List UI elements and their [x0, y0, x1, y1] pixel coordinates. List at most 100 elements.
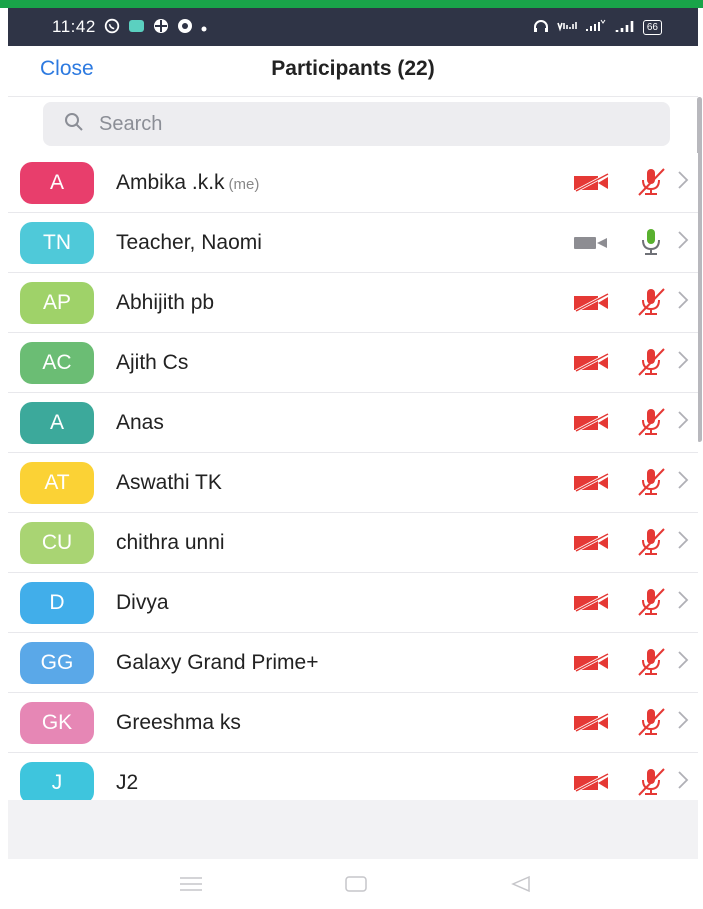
mic-muted-icon[interactable] — [634, 285, 668, 324]
video-on-icon[interactable] — [570, 233, 614, 258]
video-off-icon[interactable] — [570, 772, 614, 798]
mic-muted-icon[interactable] — [634, 165, 668, 204]
participant-row[interactable]: GG Galaxy Grand Prime+ — [8, 633, 698, 693]
mic-muted-icon[interactable] — [634, 345, 668, 384]
avatar: GG — [20, 641, 94, 684]
mic-muted-icon[interactable] — [634, 705, 668, 744]
chevron-right-icon[interactable] — [676, 287, 690, 318]
participant-row[interactable]: AT Aswathi TK — [8, 453, 698, 513]
avatar: J — [20, 761, 94, 804]
mic-on-icon[interactable] — [634, 225, 668, 264]
participant-name: Aswathi TK — [116, 471, 222, 495]
video-off-icon[interactable] — [570, 352, 614, 378]
chevron-right-icon[interactable] — [676, 707, 690, 738]
battery-icon: 66 — [642, 19, 662, 35]
participant-name: Ajith Cs — [116, 351, 188, 375]
video-off-icon[interactable] — [570, 592, 614, 618]
participant-row[interactable]: GK Greeshma ks — [8, 693, 698, 753]
participant-name: Ambika .k.k (me) — [116, 171, 259, 195]
mic-muted-icon[interactable] — [634, 465, 668, 504]
header: Close Participants (22) — [8, 46, 698, 97]
participant-name-text: Aswathi TK — [116, 470, 222, 494]
participant-row[interactable]: TN Teacher, Naomi — [8, 213, 698, 273]
chat-icon — [128, 19, 145, 36]
participant-name: Anas — [116, 411, 164, 435]
window-top-border — [0, 0, 703, 8]
video-off-icon[interactable] — [570, 712, 614, 738]
participant-name: chithra unni — [116, 531, 225, 555]
participant-name-text: Galaxy Grand Prime+ — [116, 650, 319, 674]
back-icon[interactable] — [510, 875, 532, 898]
participant-row[interactable]: CU chithra unni — [8, 513, 698, 573]
participant-name: Greeshma ks — [116, 711, 241, 735]
participant-name: Divya — [116, 591, 169, 615]
chevron-right-icon[interactable] — [676, 407, 690, 438]
avatar: A — [20, 161, 94, 204]
chevron-right-icon[interactable] — [676, 227, 690, 258]
mic-muted-icon[interactable] — [634, 645, 668, 684]
participant-name-text: Abhijith pb — [116, 290, 215, 314]
avatar: TN — [20, 221, 94, 264]
dot-icon — [201, 20, 207, 34]
participant-row[interactable]: AC Ajith Cs — [8, 333, 698, 393]
headphones-icon — [533, 19, 549, 35]
video-off-icon[interactable] — [570, 292, 614, 318]
participant-row[interactable]: A Ambika .k.k (me) — [8, 153, 698, 213]
status-bar-right: 66 — [533, 19, 662, 35]
page-title: Participants (22) — [271, 57, 435, 80]
mic-muted-icon[interactable] — [634, 765, 668, 804]
avatar: AT — [20, 461, 94, 504]
chevron-right-icon[interactable] — [676, 167, 690, 198]
mic-muted-icon[interactable] — [634, 525, 668, 564]
menu-icon[interactable] — [178, 875, 204, 898]
chevron-right-icon[interactable] — [676, 467, 690, 498]
me-label: (me) — [228, 175, 260, 193]
video-off-icon[interactable] — [570, 172, 614, 198]
avatar: AP — [20, 281, 94, 324]
participant-name-text: chithra unni — [116, 530, 225, 554]
participant-row[interactable]: AP Abhijith pb — [8, 273, 698, 333]
participant-name-text: Divya — [116, 590, 169, 614]
chevron-right-icon[interactable] — [676, 647, 690, 678]
chevron-right-icon[interactable] — [676, 767, 690, 798]
video-off-icon[interactable] — [570, 472, 614, 498]
video-off-icon[interactable] — [570, 652, 614, 678]
participant-row[interactable]: D Divya — [8, 573, 698, 633]
chevron-right-icon[interactable] — [676, 527, 690, 558]
status-bar-left: 11:42 — [52, 17, 207, 37]
video-off-icon[interactable] — [570, 532, 614, 558]
chevron-right-icon[interactable] — [676, 587, 690, 618]
status-bar: 11:42 66 — [8, 8, 698, 46]
chevron-right-icon[interactable] — [676, 347, 690, 378]
participant-name: J2 — [116, 771, 138, 795]
avatar: A — [20, 401, 94, 444]
participant-name-text: Ambika .k.k — [116, 170, 225, 194]
mic-muted-icon[interactable] — [634, 405, 668, 444]
avatar: GK — [20, 701, 94, 744]
avatar: D — [20, 581, 94, 624]
participants-list: A Ambika .k.k (me) TN Teacher, Naomi AP A… — [8, 153, 698, 813]
system-nav-bar — [8, 859, 698, 909]
grid-icon — [153, 18, 169, 36]
search-bar[interactable] — [43, 102, 670, 146]
participant-name: Galaxy Grand Prime+ — [116, 651, 319, 675]
participant-name-text: Teacher, Naomi — [116, 230, 262, 254]
search-icon — [63, 111, 85, 138]
status-time: 11:42 — [52, 17, 96, 36]
list-footer-area — [8, 800, 698, 859]
volte-icon — [557, 20, 577, 34]
signal-icon — [615, 19, 635, 35]
participant-name-text: Greeshma ks — [116, 710, 241, 734]
whatsapp-icon — [104, 18, 120, 36]
search-input[interactable] — [97, 111, 621, 137]
video-off-icon[interactable] — [570, 412, 614, 438]
chrome-icon — [177, 18, 193, 36]
participant-name: Teacher, Naomi — [116, 231, 262, 255]
participant-row[interactable]: A Anas — [8, 393, 698, 453]
avatar: CU — [20, 521, 94, 564]
avatar: AC — [20, 341, 94, 384]
mic-muted-icon[interactable] — [634, 585, 668, 624]
home-icon[interactable] — [344, 875, 368, 898]
4g-signal-icon — [585, 19, 607, 35]
participant-name-text: J2 — [116, 770, 139, 794]
